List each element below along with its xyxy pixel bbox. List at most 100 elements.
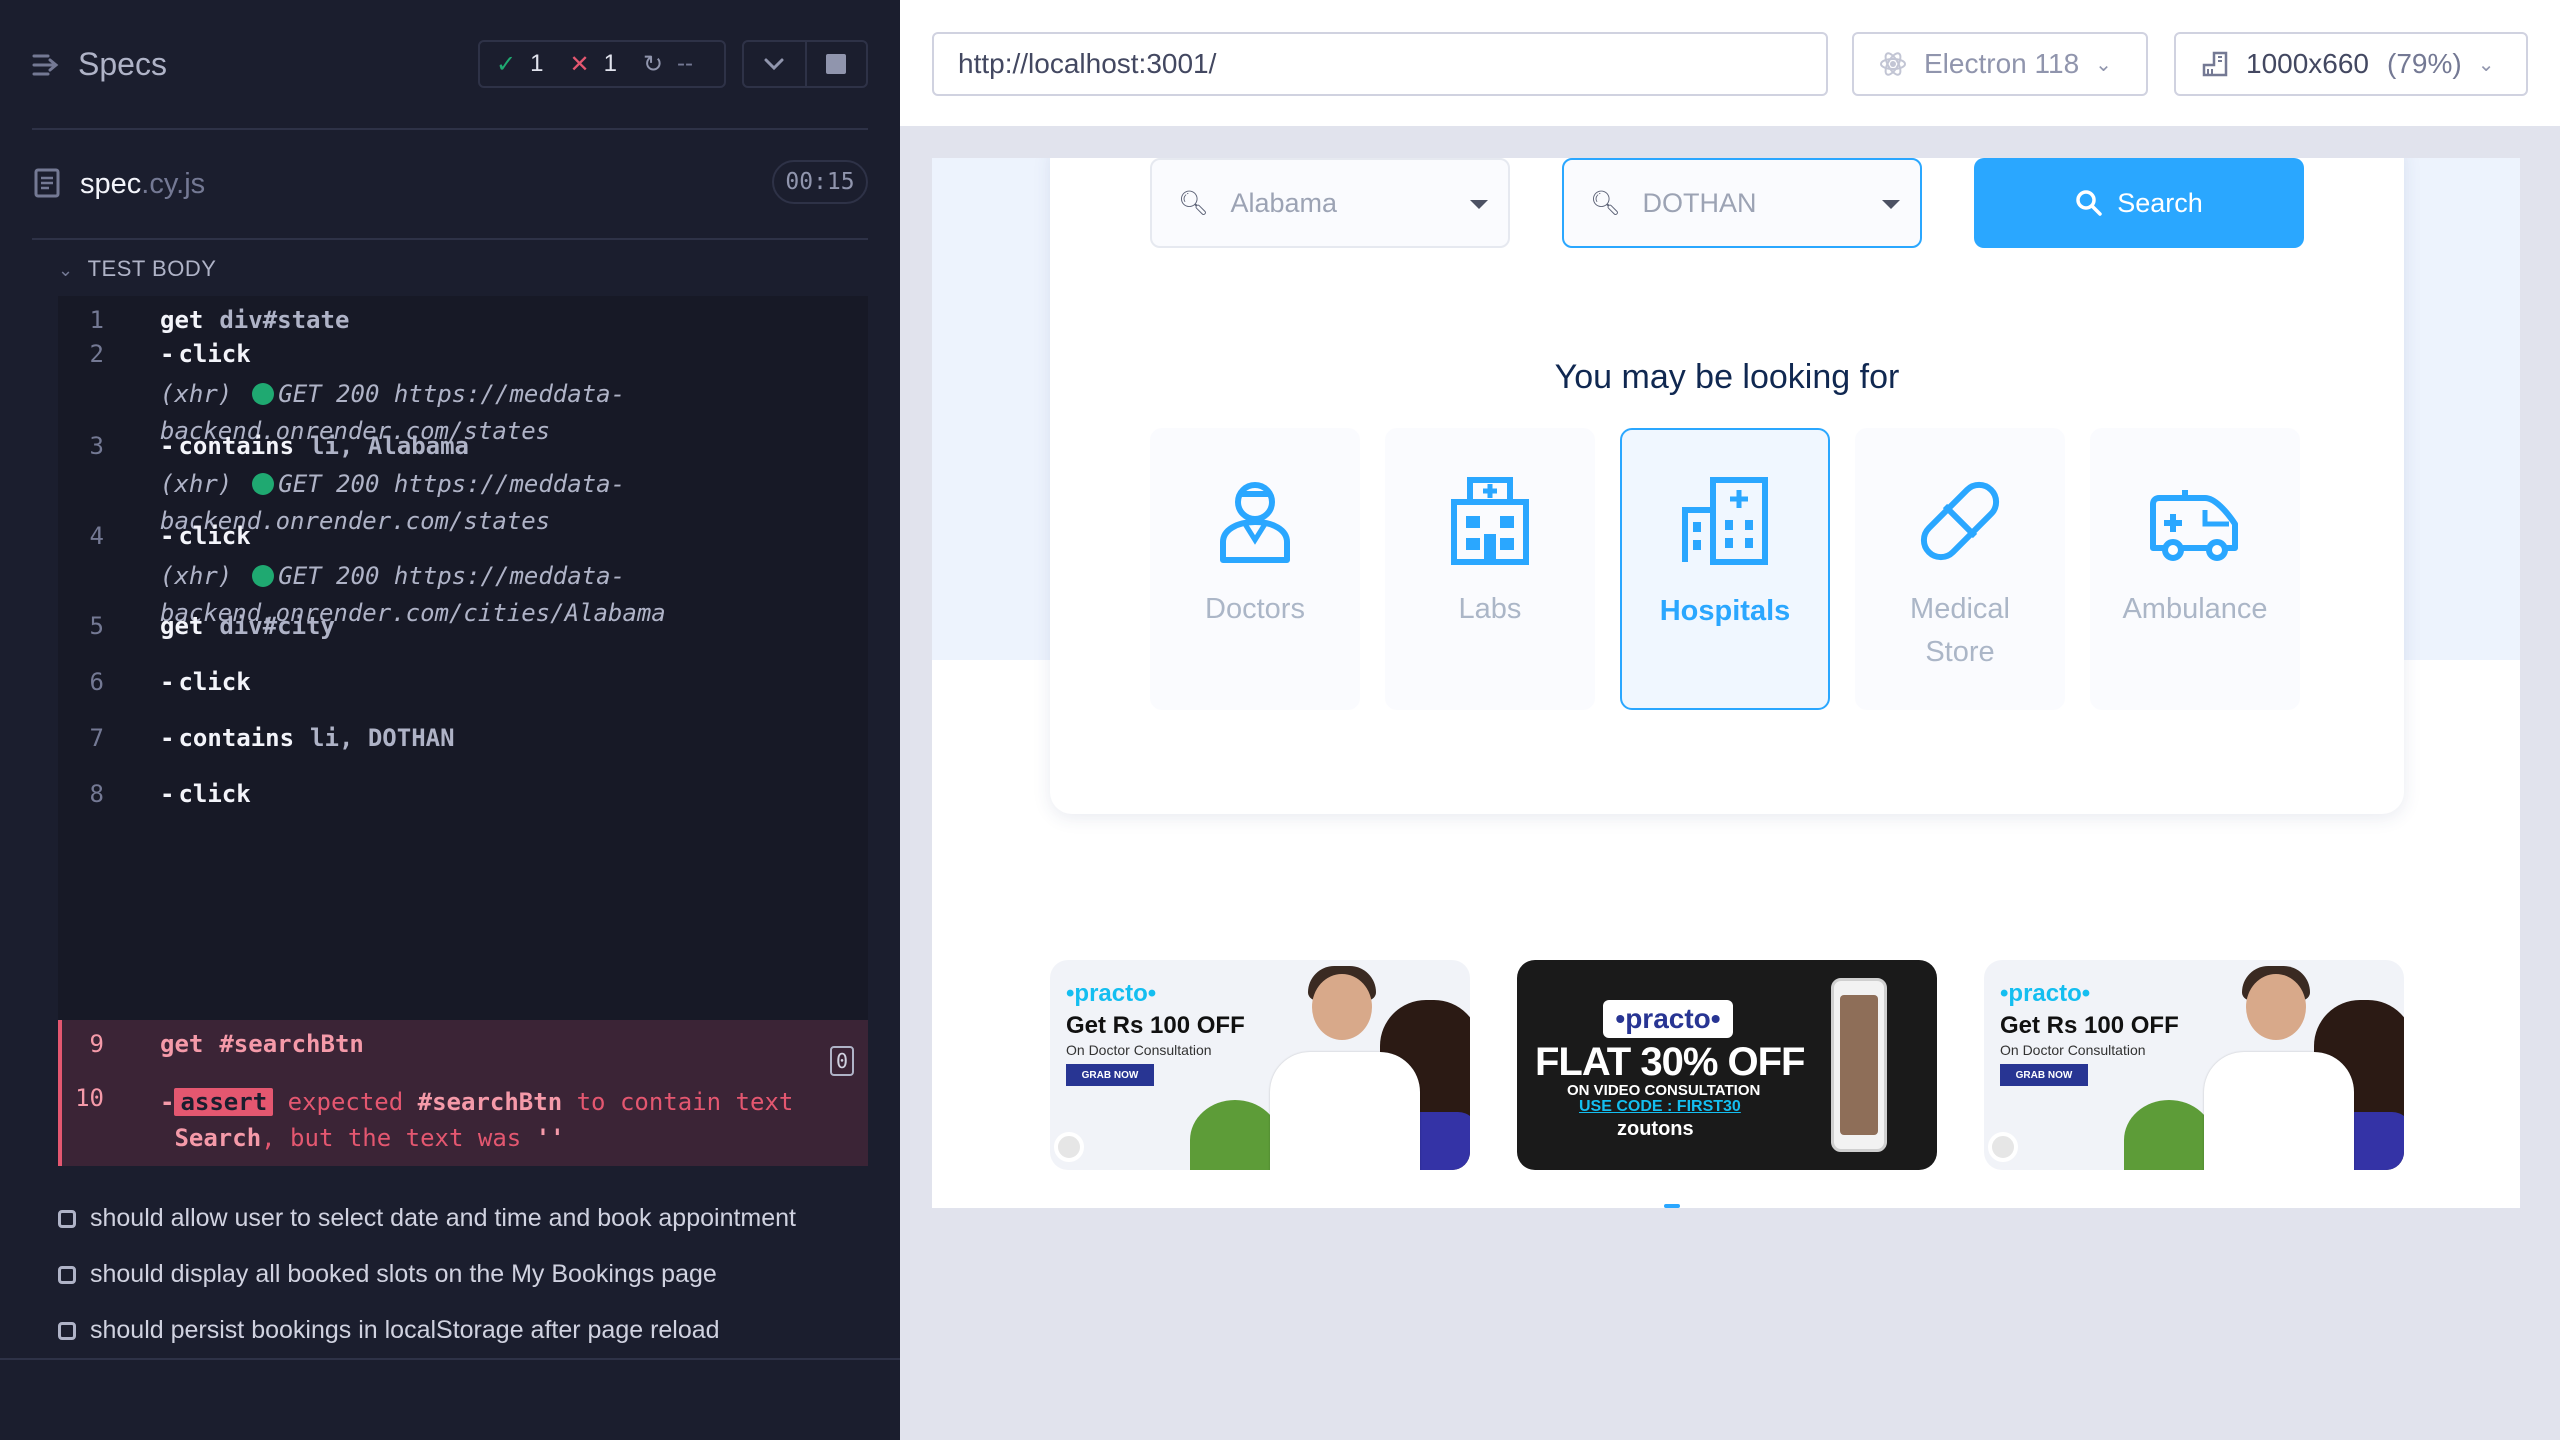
command-number: 10 [75, 1084, 104, 1112]
test-body-header[interactable]: ⌄ TEST BODY [58, 256, 216, 282]
electron-icon [1880, 52, 1906, 76]
assert-predicate: to contain text [576, 1088, 794, 1116]
carousel-indicator-icon [1054, 1132, 1084, 1162]
reporter-panel: Specs ✓ 1 ✕ 1 ↻ -- spec.cy.js 00:15 ⌄ TE… [0, 0, 900, 1440]
command-name-text: get [160, 612, 204, 640]
file-icon [34, 168, 60, 198]
pending-status-icon [58, 1265, 76, 1284]
pending-test-title: should persist bookings in localStorage … [90, 1316, 720, 1344]
command-name-text: get [160, 1030, 204, 1058]
search-icon: 🔍︎ [1178, 189, 1209, 217]
command-message: li, DOTHAN [310, 724, 455, 752]
command-message: li, Alabama [310, 432, 469, 460]
duration-badge: 00:15 [772, 160, 868, 204]
dropdown-arrow-icon [1882, 200, 1900, 209]
command-name: get #searchBtn [160, 1030, 364, 1058]
doctor-image [2204, 1052, 2354, 1170]
brand-name: practo [1625, 1003, 1711, 1034]
command-number: 4 [89, 522, 104, 550]
plant-image [1190, 1100, 1280, 1170]
specs-list-icon[interactable] [32, 50, 62, 80]
command-name: get div#city [160, 612, 335, 640]
xhr-prefix: (xhr) [160, 470, 233, 498]
state-select[interactable]: 🔍︎ Alabama [1150, 158, 1510, 248]
command-message: div#city [219, 612, 335, 640]
assertion-message: - assert expected #searchBtn to contain t… [160, 1088, 794, 1152]
offer-subtitle: On Doctor Consultation [2000, 1042, 2146, 1058]
category-labs[interactable]: Labs [1385, 428, 1595, 710]
offer-cta-button[interactable]: GRAB NOW [2000, 1064, 2088, 1086]
brand-logo: •practo• [1603, 1000, 1733, 1038]
pending-test-item[interactable]: should allow user to select date and tim… [58, 1204, 796, 1233]
command-name: contains li, Alabama [160, 432, 469, 460]
specs-title[interactable]: Specs [78, 46, 167, 83]
ruler-icon [2202, 51, 2228, 77]
category-label: Labs [1458, 593, 1522, 625]
category-hospitals[interactable]: Hospitals [1620, 428, 1830, 710]
offer-banner[interactable]: • practo • FLAT 30% OFF ON VIDEO CONSULTAT… [1517, 960, 1937, 1170]
browser-selector[interactable]: Electron 118 ⌄ [1852, 32, 2148, 96]
phone-image [1831, 978, 1887, 1152]
city-select[interactable]: 🔍︎ DOTHAN [1562, 158, 1922, 248]
brand-name: practo [1074, 980, 1148, 1007]
command-name: click [160, 668, 250, 696]
status-dot-icon [252, 473, 275, 495]
pill-icon [1920, 481, 2000, 561]
category-label: Medical Store [1855, 588, 2065, 674]
category-doctors[interactable]: Doctors [1150, 428, 1360, 710]
city-value: DOTHAN [1642, 187, 1757, 218]
xhr-line1: GET 200 https://meddata- [278, 380, 626, 408]
spinner-icon: ↻ [642, 50, 664, 78]
failed-count: 1 [603, 50, 617, 77]
url-bar[interactable]: http://localhost:3001/ [932, 32, 1828, 96]
reporter-header: Specs ✓ 1 ✕ 1 ↻ -- [0, 0, 900, 130]
app-preview: 🔍︎ Alabama 🔍︎ DOTHAN Search You may be l… [932, 158, 2520, 1208]
category-label: Hospitals [1659, 595, 1791, 627]
pending-test-title: should display all booked slots on the M… [90, 1260, 717, 1288]
brand-name: practo [2008, 980, 2082, 1007]
category-ambulance[interactable]: Ambulance [2090, 428, 2300, 710]
dropdown-arrow-icon [1470, 200, 1488, 209]
offer-headline: Get Rs 100 OFF [1066, 1012, 1245, 1039]
search-card: 🔍︎ Alabama 🔍︎ DOTHAN Search You may be l… [1050, 158, 2404, 814]
search-button[interactable]: Search [1974, 158, 2304, 248]
command-number: 7 [89, 724, 104, 752]
command-message: div#state [219, 306, 350, 334]
run-controls [742, 40, 868, 88]
doctor-face-image [1312, 974, 1372, 1040]
command-name: get div#state [160, 306, 349, 334]
element-count-badge: 0 [830, 1046, 854, 1076]
plant-image [2124, 1100, 2214, 1170]
stop-button[interactable] [804, 42, 866, 86]
doctor-face-image [2246, 974, 2306, 1040]
offer-headline: FLAT 30% OFF [1535, 1040, 1805, 1084]
assert-actual-label: , but the text was [261, 1124, 522, 1152]
expand-button[interactable] [744, 42, 805, 86]
xhr-prefix: (xhr) [160, 562, 233, 590]
stop-icon [826, 54, 847, 74]
assert-expected-value: Search [174, 1124, 262, 1152]
spec-file-base: spec [80, 168, 142, 200]
browser-name: Electron 118 [1924, 48, 2080, 79]
carousel-pagination-dot[interactable] [1664, 1204, 1680, 1208]
aut-toolbar: http://localhost:3001/ Electron 118 ⌄ 10… [900, 0, 2560, 128]
offer-code: USE CODE : FIRST30 [1579, 1098, 1741, 1115]
offer-cta-button[interactable]: GRAB NOW [1066, 1064, 1154, 1086]
pending-test-item[interactable]: should persist bookings in localStorage … [58, 1316, 720, 1345]
brand-logo: •practo• [1066, 980, 1157, 1007]
search-icon: 🔍︎ [1590, 189, 1621, 217]
spec-file-row[interactable]: spec.cy.js 00:15 [0, 150, 900, 230]
passed-stat: ✓ 1 [496, 50, 543, 79]
command-name-text: contains [178, 724, 295, 752]
offer-banner[interactable]: •practo• Get Rs 100 OFF On Doctor Consul… [1050, 960, 1470, 1170]
category-label-line1: Medical [1910, 593, 2010, 625]
offer-banner[interactable]: •practo• Get Rs 100 OFF On Doctor Consul… [1984, 960, 2404, 1170]
cross-icon: ✕ [569, 50, 590, 78]
viewport-selector[interactable]: 1000x660 (79%) ⌄ [2174, 32, 2528, 96]
category-medical-store[interactable]: Medical Store [1855, 428, 2065, 710]
command-number: 1 [89, 306, 104, 334]
check-icon: ✓ [496, 50, 517, 78]
command-number: 2 [89, 340, 104, 368]
command-number: 6 [89, 668, 104, 696]
pending-test-item[interactable]: should display all booked slots on the M… [58, 1260, 717, 1289]
